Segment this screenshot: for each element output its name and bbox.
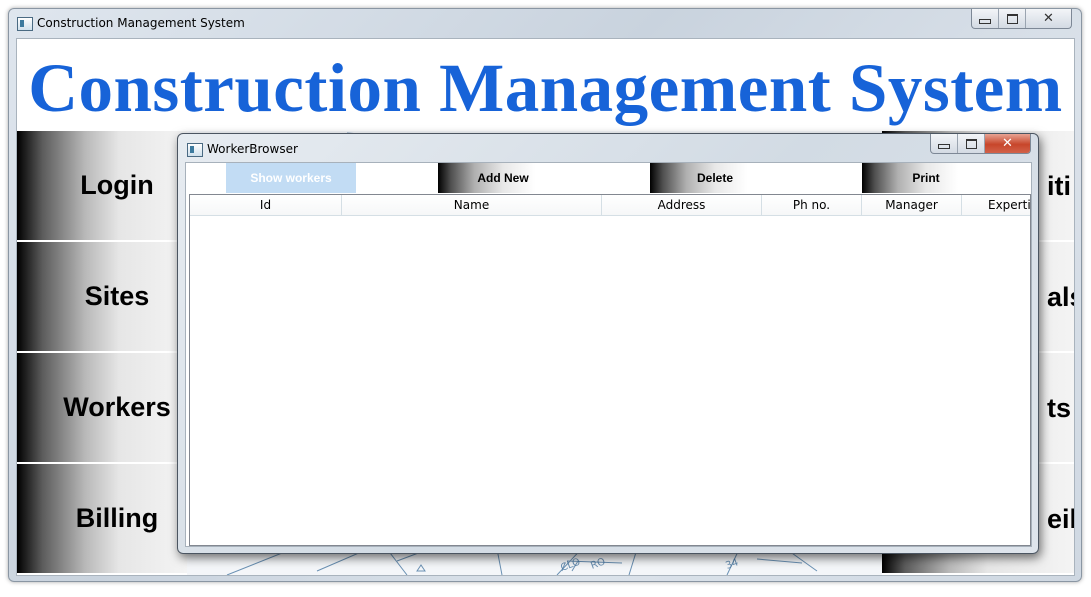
nav-login-button[interactable]: Login [17, 131, 187, 242]
close-icon: ✕ [1043, 11, 1054, 26]
svg-text:RO: RO [589, 556, 607, 571]
dialog-caption-buttons: ✕ [930, 134, 1031, 154]
nav-billing-label: Billing [75, 503, 159, 533]
column-header-name[interactable]: Name [342, 195, 602, 215]
app-banner-title: Construction Management System [28, 50, 1063, 126]
workers-data-grid[interactable]: Id Name Address Ph no. Manager Expertise [189, 194, 1031, 546]
app-icon [17, 17, 33, 31]
nav-billing-button[interactable]: Billing [17, 464, 187, 575]
nav-sites-button[interactable]: Sites [17, 242, 187, 353]
main-caption-buttons: ✕ [971, 9, 1072, 29]
minimize-icon [979, 19, 991, 24]
dialog-close-button[interactable]: ✕ [985, 134, 1030, 153]
nav-workers-button[interactable]: Workers [17, 353, 187, 464]
svg-text:CLO: CLO [559, 557, 582, 574]
dialog-toolbar: Show workers Add New Delete Print [186, 163, 1031, 193]
show-workers-button[interactable]: Show workers [226, 163, 356, 193]
nav-right-label-1: iti [1047, 171, 1071, 201]
nav-workers-label: Workers [63, 392, 171, 422]
maximize-button[interactable] [999, 9, 1026, 28]
print-button[interactable]: Print [862, 163, 990, 193]
nav-right-label-4: eila [1047, 504, 1074, 534]
minimize-icon [938, 144, 950, 149]
dialog-title: WorkerBrowser [207, 142, 298, 156]
add-new-button[interactable]: Add New [438, 163, 568, 193]
nav-right-label-3: ts [1047, 393, 1072, 423]
main-window-title: Construction Management System [37, 16, 245, 30]
column-header-manager[interactable]: Manager [862, 195, 962, 215]
column-header-id[interactable]: Id [190, 195, 342, 215]
minimize-button[interactable] [972, 9, 999, 28]
column-header-expertise[interactable]: Expertise [962, 195, 1030, 215]
svg-text:34: 34 [724, 557, 740, 572]
dialog-client-area: Show workers Add New Delete Print Id Nam… [185, 162, 1032, 547]
nav-right-label-2: als [1047, 282, 1074, 312]
delete-button[interactable]: Delete [650, 163, 780, 193]
column-header-phone[interactable]: Ph no. [762, 195, 862, 215]
dialog-maximize-button[interactable] [958, 134, 985, 153]
maximize-icon [965, 138, 977, 149]
main-titlebar[interactable]: Construction Management System ✕ [9, 9, 1081, 37]
close-button[interactable]: ✕ [1026, 9, 1071, 28]
grid-header: Id Name Address Ph no. Manager Expertise [190, 195, 1030, 216]
dialog-app-icon [187, 143, 203, 157]
nav-login-label: Login [80, 170, 154, 200]
nav-sites-label: Sites [84, 281, 150, 311]
worker-browser-dialog: WorkerBrowser ✕ Show workers Add New Del… [177, 133, 1039, 554]
dialog-minimize-button[interactable] [931, 134, 958, 153]
maximize-icon [1006, 13, 1018, 24]
close-icon: ✕ [1002, 136, 1013, 151]
column-header-address[interactable]: Address [602, 195, 762, 215]
